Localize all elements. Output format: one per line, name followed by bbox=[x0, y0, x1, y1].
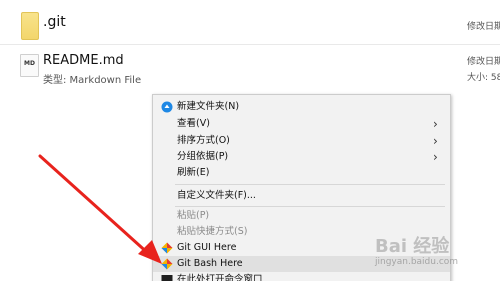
menu-label: 自定义文件夹(F)... bbox=[177, 190, 256, 201]
file-row-readme[interactable]: MD README.md 类型: Markdown File 修改日期 大小: … bbox=[0, 46, 500, 94]
file-name: README.md bbox=[43, 53, 124, 68]
file-name: .git bbox=[43, 14, 66, 30]
menu-item-paste[interactable]: 粘贴(P) bbox=[153, 208, 450, 224]
modified-date-label: 修改日期 bbox=[467, 57, 500, 67]
menu-label: 粘贴(P) bbox=[177, 210, 210, 221]
chevron-right-icon: › bbox=[433, 150, 438, 164]
git-bash-icon bbox=[161, 258, 173, 270]
file-size-label: 大小: 58 bbox=[467, 73, 500, 83]
menu-label: 粘贴快捷方式(S) bbox=[177, 226, 248, 237]
menu-item-customize-folder[interactable]: 自定义文件夹(F)... bbox=[153, 188, 450, 204]
menu-label: 查看(V) bbox=[177, 118, 210, 129]
modified-date-label: 修改日期 bbox=[467, 22, 500, 32]
menu-label: 新建文件夹(N) bbox=[177, 101, 240, 112]
menu-item-group[interactable]: 分组依据(P) › bbox=[153, 149, 450, 165]
new-folder-icon bbox=[161, 101, 173, 113]
markdown-file-icon: MD bbox=[20, 54, 39, 77]
menu-item-view[interactable]: 查看(V) › bbox=[153, 116, 450, 132]
menu-label: 在此处打开命令窗口 bbox=[177, 274, 263, 281]
command-prompt-icon bbox=[161, 275, 173, 281]
menu-item-new-folder[interactable]: 新建文件夹(N) bbox=[153, 99, 450, 115]
git-gui-icon bbox=[161, 242, 173, 254]
menu-separator bbox=[175, 184, 445, 185]
menu-label: 排序方式(O) bbox=[177, 135, 230, 146]
menu-separator bbox=[175, 206, 445, 207]
file-type: 类型: Markdown File bbox=[43, 75, 142, 86]
menu-item-sort[interactable]: 排序方式(O) › bbox=[153, 133, 450, 149]
file-explorer-window: { "files": { "git": { "name": ".git", "m… bbox=[0, 0, 500, 281]
file-row-git[interactable]: .git 修改日期 bbox=[0, 0, 500, 45]
menu-label: 刷新(E) bbox=[177, 167, 210, 178]
watermark-main-text: Bai 经验 bbox=[375, 236, 450, 257]
folder-icon bbox=[21, 12, 39, 40]
markdown-icon-text: MD bbox=[24, 60, 35, 67]
baidu-jingyan-watermark: Bai 经验 jingyan.baidu.com bbox=[375, 232, 493, 274]
watermark-url-text: jingyan.baidu.com bbox=[375, 257, 459, 267]
chevron-right-icon: › bbox=[433, 117, 438, 131]
menu-label: Git Bash Here bbox=[177, 258, 243, 269]
menu-label: Git GUI Here bbox=[177, 242, 237, 253]
menu-item-refresh[interactable]: 刷新(E) bbox=[153, 165, 450, 181]
chevron-right-icon: › bbox=[433, 134, 438, 148]
menu-label: 分组依据(P) bbox=[177, 151, 229, 162]
